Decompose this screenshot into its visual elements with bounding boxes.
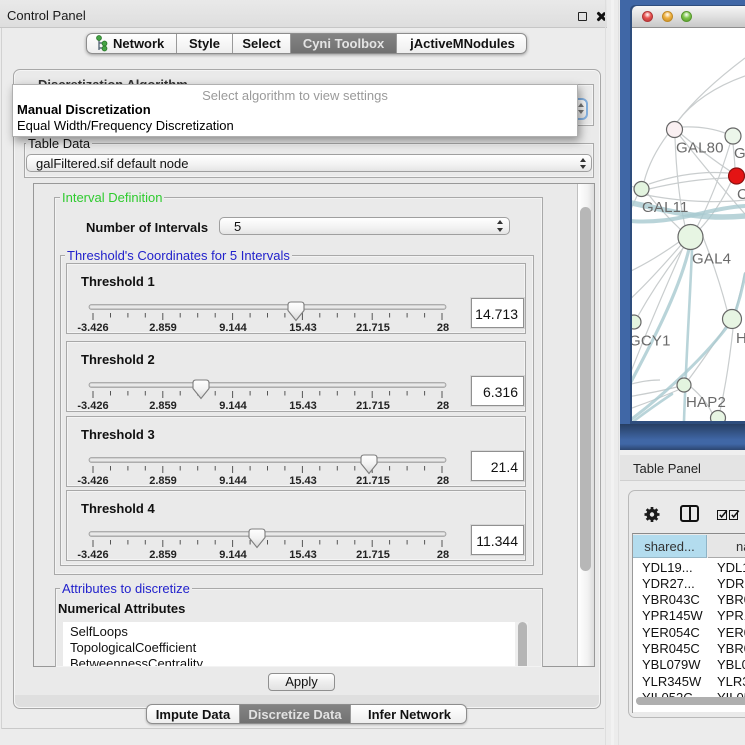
svg-text:GCY1: GCY1 <box>632 333 671 350</box>
svg-text:GAL80: GAL80 <box>676 140 724 157</box>
svg-text:HAP2: HAP2 <box>686 394 726 411</box>
svg-text:GAL11: GAL11 <box>642 199 689 216</box>
svg-text:H: H <box>736 330 745 347</box>
svg-text:C: C <box>737 186 745 203</box>
svg-text:GAL4: GAL4 <box>692 251 731 268</box>
svg-text:GAL: GAL <box>734 145 745 162</box>
